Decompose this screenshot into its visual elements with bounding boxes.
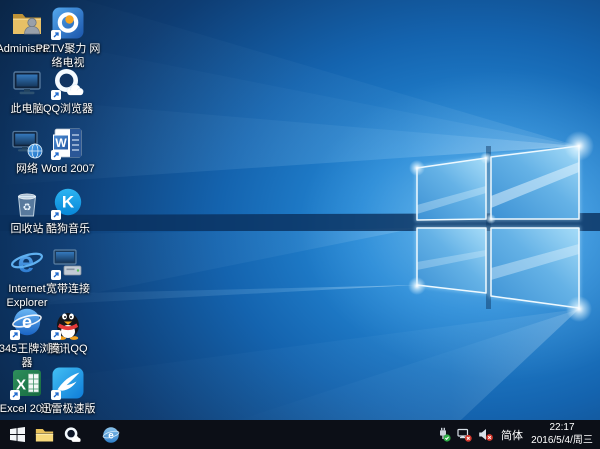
taskbar-file-explorer-button[interactable] [31, 420, 58, 449]
desktop-icon-tencent-qq[interactable]: 腾讯QQ [33, 306, 103, 357]
windows-logo-icon [10, 427, 25, 442]
shortcut-arrow-icon [51, 270, 61, 280]
desktop-icon-thunder-speed[interactable]: 迅雷极速版 [33, 366, 103, 417]
windows-desktop: Administra... PPTV聚力 网络电视 此电脑 [0, 0, 600, 449]
shortcut-arrow-icon [51, 90, 61, 100]
file-explorer-icon [35, 427, 54, 443]
icon-label: Word 2007 [41, 163, 95, 177]
icon-label: 腾讯QQ [48, 343, 87, 357]
taskbar: e [0, 420, 600, 449]
tray-network-disconnected-icon[interactable] [457, 427, 472, 442]
2345-browser-icon: e [102, 426, 120, 444]
qq-browser-icon [63, 426, 81, 444]
desktop-icon-area: Administra... PPTV聚力 网络电视 此电脑 [0, 0, 600, 420]
shortcut-arrow-icon [51, 210, 61, 220]
tray-safely-remove-hardware-icon[interactable] [436, 427, 451, 442]
shortcut-arrow-icon [51, 30, 61, 40]
desktop-icon-kugou-music[interactable]: K 酷狗音乐 [33, 186, 103, 237]
icon-label: 酷狗音乐 [46, 223, 90, 237]
svg-text:K: K [62, 193, 75, 212]
system-tray: 简体 22:17 2016/5/4/周三 [436, 422, 596, 447]
shortcut-arrow-icon [51, 330, 61, 340]
shortcut-arrow-icon [10, 330, 20, 340]
taskbar-qq-browser-button[interactable] [58, 420, 85, 449]
svg-text:e: e [18, 246, 35, 279]
svg-text:W: W [55, 136, 67, 150]
taskbar-2345-browser-button[interactable]: e [97, 420, 124, 449]
shortcut-arrow-icon [51, 150, 61, 160]
shortcut-arrow-icon [10, 390, 20, 400]
desktop-icon-qq-browser[interactable]: QQ浏览器 [33, 66, 103, 117]
tray-volume-muted-icon[interactable] [478, 427, 493, 442]
desktop-icon-word-2007[interactable]: W Word 2007 [33, 126, 103, 177]
desktop-icon-broadband-connection[interactable]: 宽带连接 [33, 246, 103, 297]
desktop-icon-pptv[interactable]: PPTV聚力 网络电视 [33, 6, 103, 71]
svg-text:♻: ♻ [23, 203, 32, 214]
clock-time: 22:17 [531, 422, 593, 435]
icon-label: 宽带连接 [46, 283, 90, 297]
icon-label: 迅雷极速版 [41, 403, 96, 417]
start-button[interactable] [4, 420, 31, 449]
clock-date: 2016/5/4/周三 [531, 435, 593, 448]
shortcut-arrow-icon [51, 390, 61, 400]
ime-indicator[interactable]: 简体 [499, 427, 525, 443]
taskbar-clock[interactable]: 22:17 2016/5/4/周三 [531, 422, 593, 447]
icon-label: QQ浏览器 [43, 103, 93, 117]
